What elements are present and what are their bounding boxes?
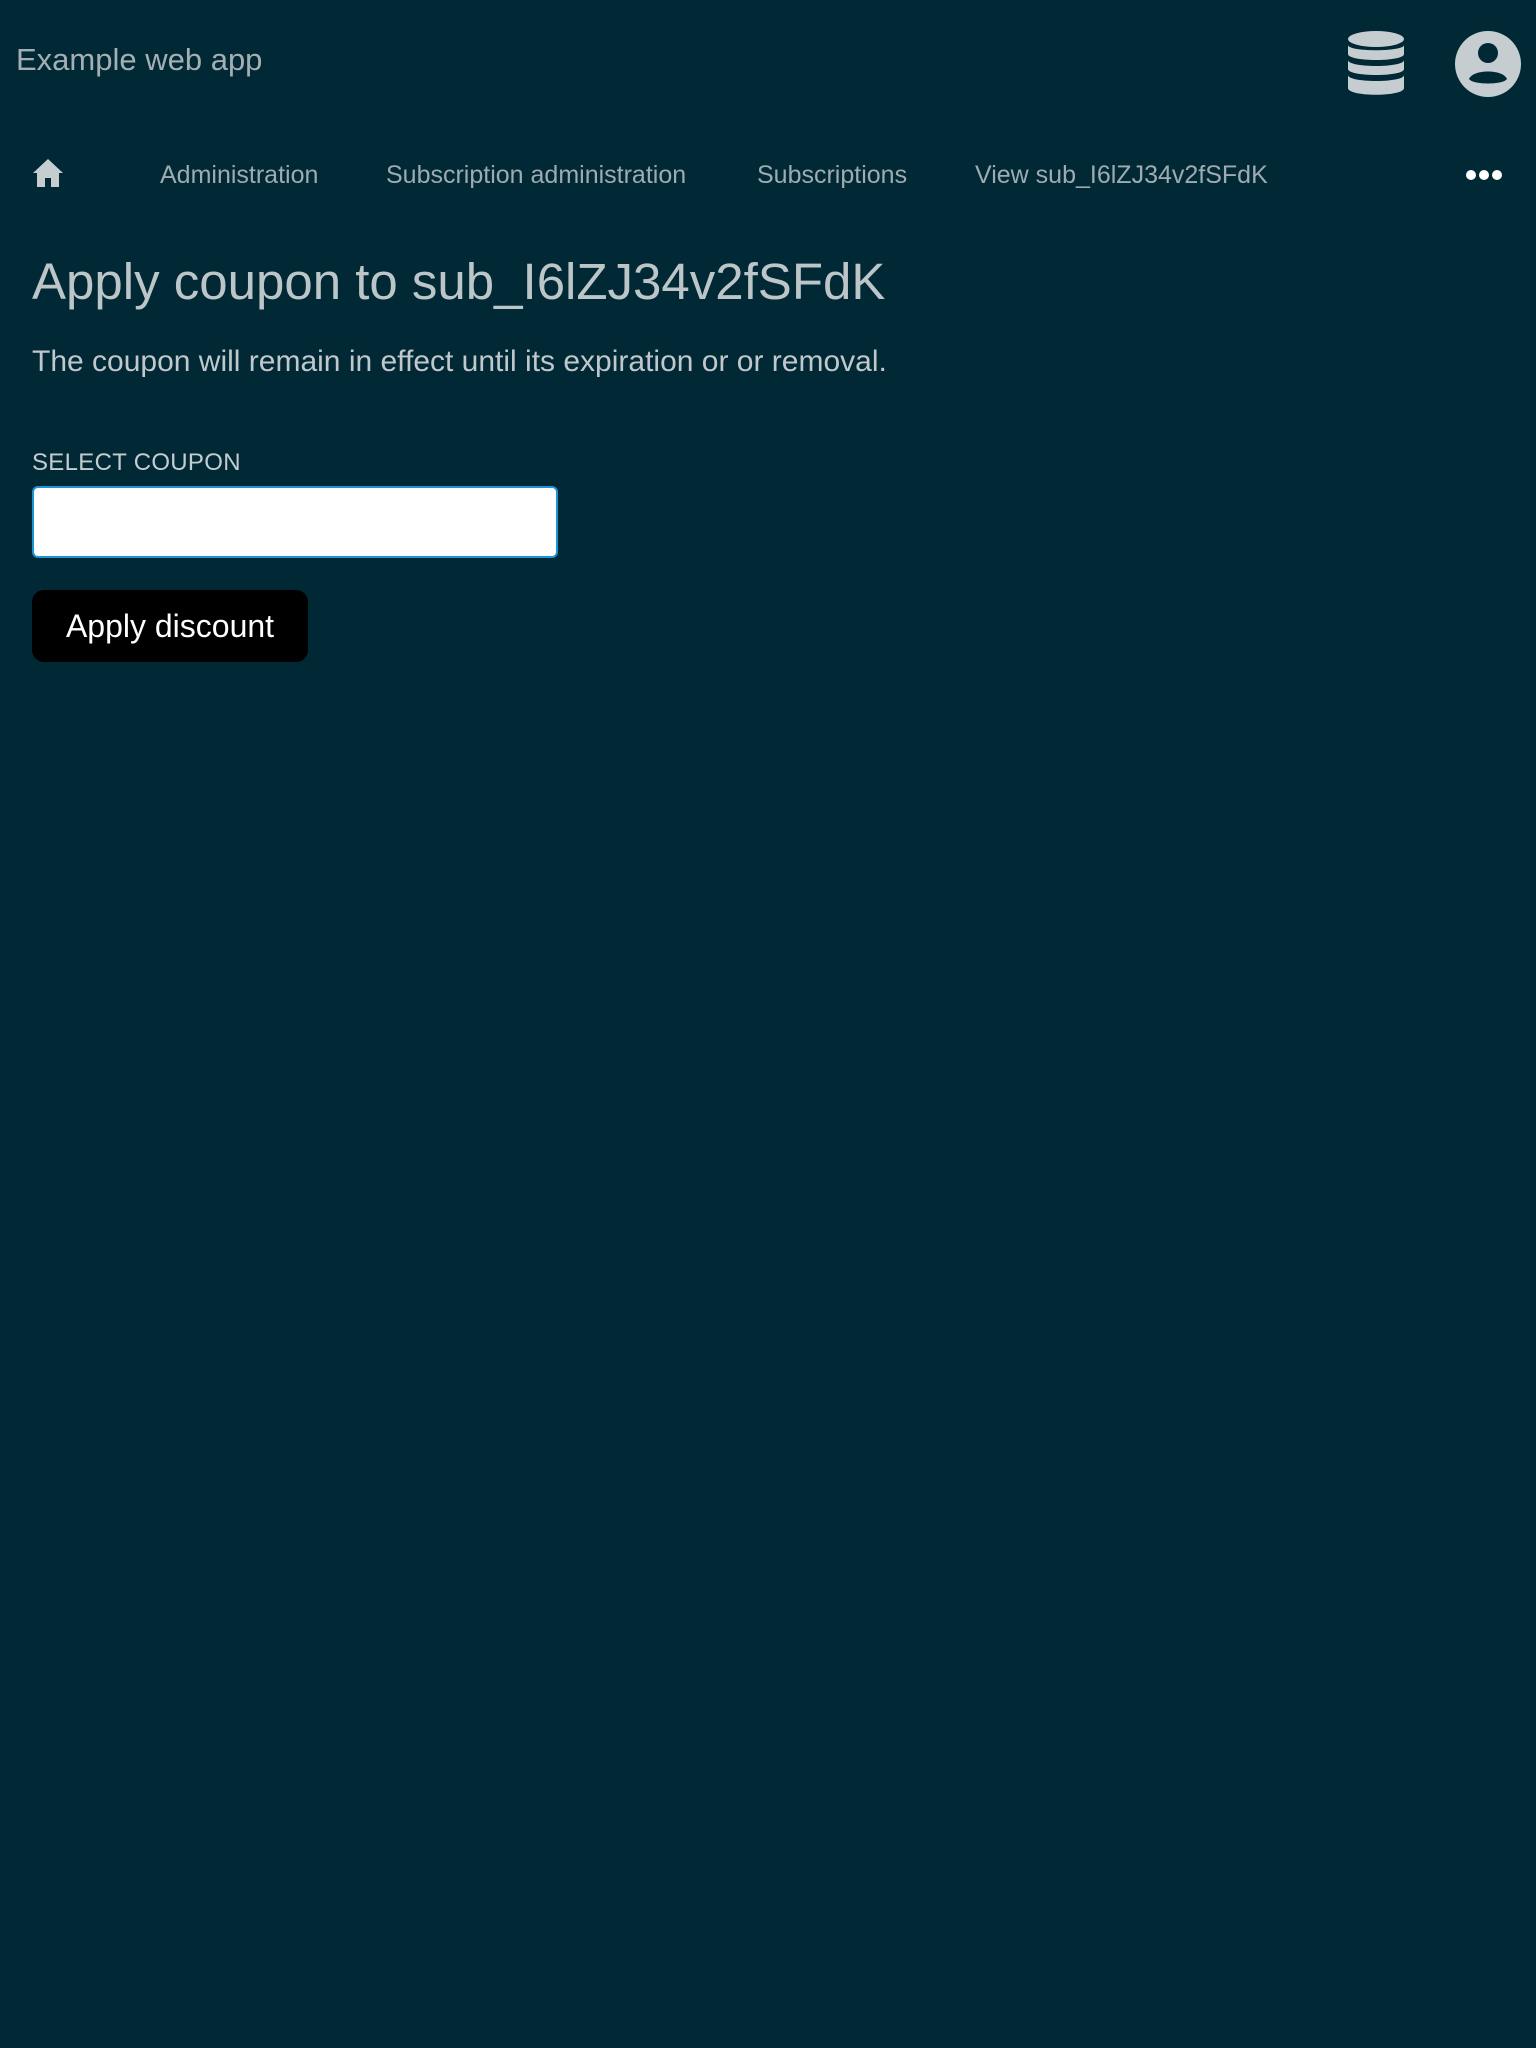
breadcrumb-item-subscription-administration[interactable]: Subscription administration — [386, 160, 686, 190]
apply-discount-button[interactable]: Apply discount — [32, 590, 308, 662]
breadcrumb-item-administration[interactable]: Administration — [160, 160, 318, 190]
database-icon[interactable] — [1346, 30, 1406, 98]
home-icon[interactable] — [31, 156, 65, 190]
breadcrumb-item-subscriptions[interactable]: Subscriptions — [757, 160, 907, 190]
breadcrumb: Administration Subscription administrati… — [0, 152, 1536, 198]
app-root: Example web app Administration Subscript… — [0, 0, 1536, 2048]
top-app-bar: Example web app — [0, 0, 1536, 122]
select-coupon-label: SELECT COUPON — [32, 449, 241, 476]
app-title: Example web app — [16, 42, 263, 77]
more-horizontal-icon[interactable] — [1466, 162, 1502, 188]
account-circle-icon[interactable] — [1455, 31, 1521, 97]
page-title: Apply coupon to sub_I6lZJ34v2fSFdK — [32, 253, 886, 310]
breadcrumb-item-view-subscription[interactable]: View sub_I6lZJ34v2fSFdK — [975, 160, 1268, 190]
page-description: The coupon will remain in effect until i… — [32, 345, 887, 378]
coupon-select-input[interactable] — [32, 486, 558, 558]
